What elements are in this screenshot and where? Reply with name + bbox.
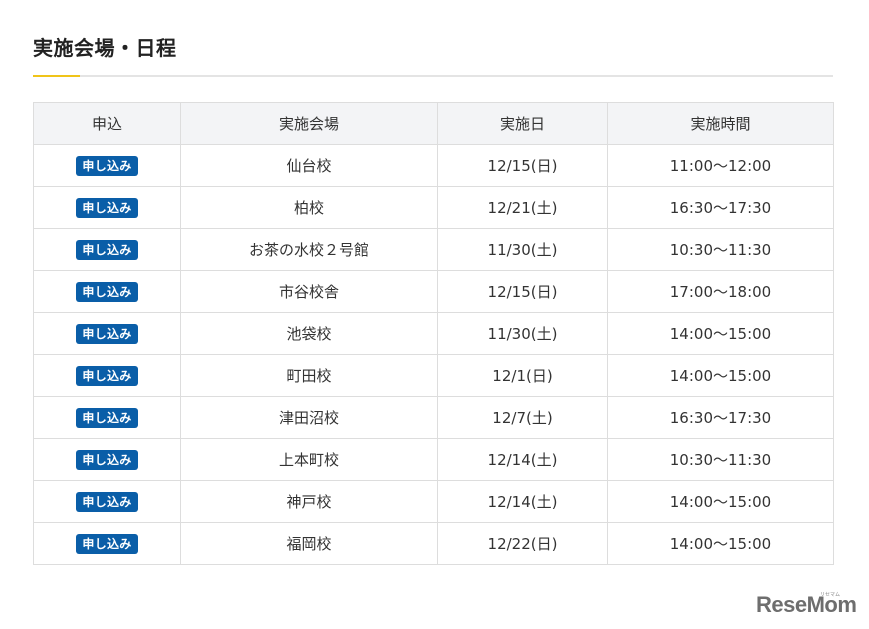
cell-time: 11:00～12:00: [607, 144, 834, 187]
apply-button[interactable]: 申し込み: [76, 281, 138, 302]
cell-venue: 仙台校: [180, 144, 438, 187]
table-row: 申し込み 池袋校 11/30(土) 14:00～15:00: [33, 312, 834, 355]
apply-button[interactable]: 申し込み: [76, 365, 138, 386]
cell-venue: 町田校: [180, 354, 438, 397]
cell-date: 11/30(土): [437, 312, 608, 355]
apply-button[interactable]: 申し込み: [76, 155, 138, 176]
cell-date: 12/7(土): [437, 396, 608, 439]
cell-time: 16:30～17:30: [607, 396, 834, 439]
cell-time: 17:00～18:00: [607, 270, 834, 313]
cell-venue: お茶の水校２号館: [180, 228, 438, 271]
apply-button[interactable]: 申し込み: [76, 533, 138, 554]
cell-apply: 申し込み: [33, 522, 181, 565]
table-row: 申し込み 福岡校 12/22(日) 14:00～15:00: [33, 522, 834, 565]
apply-button[interactable]: 申し込み: [76, 197, 138, 218]
table-header-row: 申込 実施会場 実施日 実施時間: [33, 102, 834, 145]
cell-time: 10:30～11:30: [607, 228, 834, 271]
schedule-body: 申し込み 仙台校 12/15(日) 11:00～12:00 申し込み 柏校 12/21(土)…: [33, 144, 834, 565]
cell-venue: 福岡校: [180, 522, 438, 565]
cell-time: 14:00～15:00: [607, 480, 834, 523]
title-divider: [33, 75, 833, 77]
cell-venue: 津田沼校: [180, 396, 438, 439]
title-accent-bar: [33, 75, 80, 77]
header-time: 実施時間: [607, 102, 834, 145]
cell-apply: 申し込み: [33, 270, 181, 313]
cell-venue: 市谷校舎: [180, 270, 438, 313]
table-row: 申し込み 市谷校舎 12/15(日) 17:00～18:00: [33, 270, 834, 313]
cell-apply: 申し込み: [33, 438, 181, 481]
cell-venue: 柏校: [180, 186, 438, 229]
header-venue: 実施会場: [180, 102, 438, 145]
apply-button[interactable]: 申し込み: [76, 407, 138, 428]
cell-date: 11/30(土): [437, 228, 608, 271]
cell-date: 12/15(日): [437, 270, 608, 313]
table-row: 申し込み 上本町校 12/14(土) 10:30～11:30: [33, 438, 834, 481]
schedule-table: 申込 実施会場 実施日 実施時間 申し込み 仙台校 12/15(日) 11:00～12…: [33, 102, 834, 565]
cell-date: 12/22(日): [437, 522, 608, 565]
cell-date: 12/1(日): [437, 354, 608, 397]
cell-apply: 申し込み: [33, 144, 181, 187]
table-row: 申し込み 神戸校 12/14(土) 14:00～15:00: [33, 480, 834, 523]
cell-time: 10:30～11:30: [607, 438, 834, 481]
table-row: 申し込み お茶の水校２号館 11/30(土) 10:30～11:30: [33, 228, 834, 271]
cell-time: 16:30～17:30: [607, 186, 834, 229]
section-title: 実施会場・日程: [33, 36, 177, 60]
cell-time: 14:00～15:00: [607, 354, 834, 397]
apply-button[interactable]: 申し込み: [76, 449, 138, 470]
cell-date: 12/14(土): [437, 438, 608, 481]
table-row: 申し込み 柏校 12/21(土) 16:30～17:30: [33, 186, 834, 229]
cell-venue: 池袋校: [180, 312, 438, 355]
cell-apply: 申し込み: [33, 312, 181, 355]
cell-date: 12/15(日): [437, 144, 608, 187]
apply-button[interactable]: 申し込み: [76, 323, 138, 344]
cell-date: 12/21(土): [437, 186, 608, 229]
cell-time: 14:00～15:00: [607, 312, 834, 355]
cell-apply: 申し込み: [33, 396, 181, 439]
table-row: 申し込み 津田沼校 12/7(土) 16:30～17:30: [33, 396, 834, 439]
cell-apply: 申し込み: [33, 186, 181, 229]
apply-button[interactable]: 申し込み: [76, 239, 138, 260]
header-apply: 申込: [33, 102, 181, 145]
apply-button[interactable]: 申し込み: [76, 491, 138, 512]
cell-venue: 神戸校: [180, 480, 438, 523]
resemom-logo: ReseMom: [756, 592, 857, 617]
cell-time: 14:00～15:00: [607, 522, 834, 565]
header-date: 実施日: [437, 102, 608, 145]
table-row: 申し込み 町田校 12/1(日) 14:00～15:00: [33, 354, 834, 397]
cell-venue: 上本町校: [180, 438, 438, 481]
resemom-logo-kana: リセマム: [820, 592, 841, 598]
table-row: 申し込み 仙台校 12/15(日) 11:00～12:00: [33, 144, 834, 187]
cell-date: 12/14(土): [437, 480, 608, 523]
cell-apply: 申し込み: [33, 228, 181, 271]
cell-apply: 申し込み: [33, 354, 181, 397]
cell-apply: 申し込み: [33, 480, 181, 523]
